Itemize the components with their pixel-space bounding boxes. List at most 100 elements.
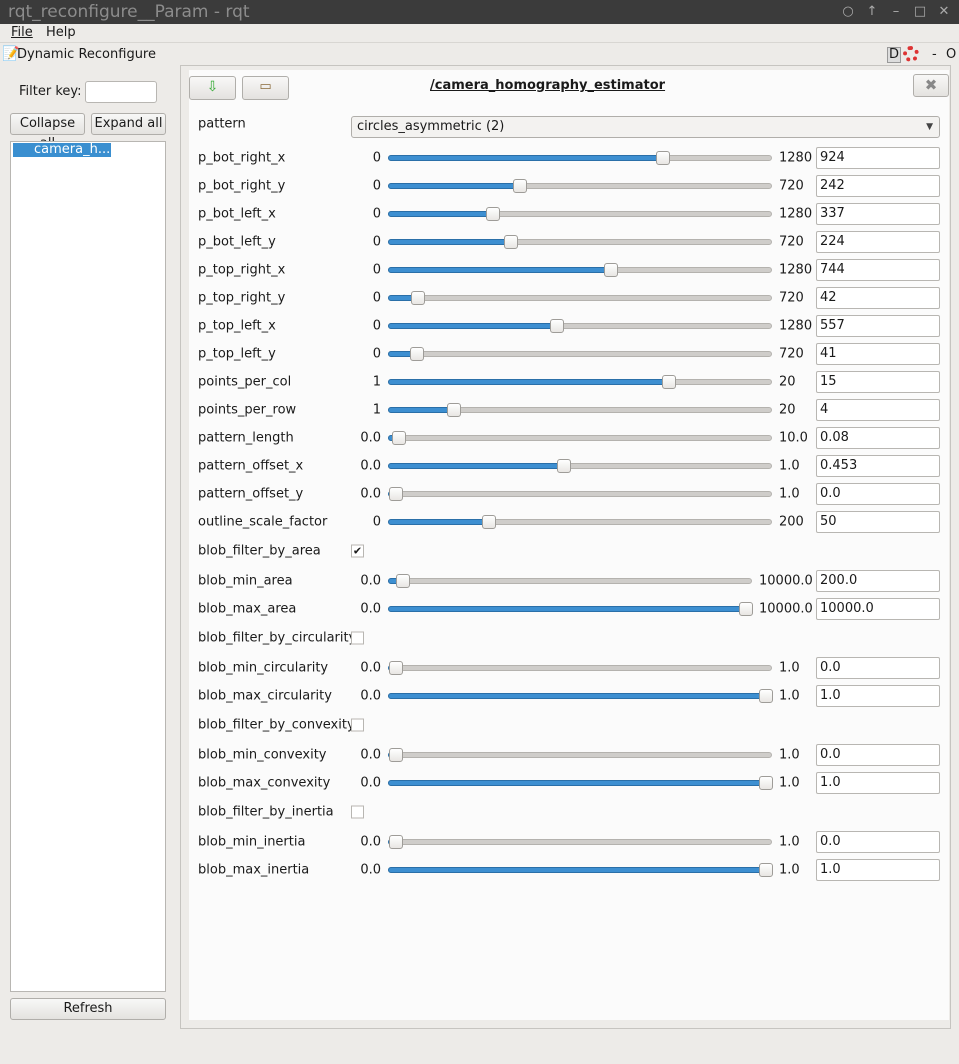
blob-min-circularity-slider-handle[interactable] <box>389 661 403 675</box>
blob-min-circularity-slider[interactable] <box>388 661 772 675</box>
blob-min-area-slider-handle[interactable] <box>396 574 410 588</box>
pattern-offset-y-slider[interactable] <box>388 487 772 501</box>
expand-all-button[interactable]: Expand all <box>91 113 166 135</box>
debug-button[interactable]: D <box>887 47 902 63</box>
p-top-left-y-min: 0 <box>372 346 381 362</box>
p-top-left-y-slider[interactable] <box>388 347 772 361</box>
p-bot-left-x-slider-handle[interactable] <box>486 207 501 221</box>
p-top-left-y-slider-handle[interactable] <box>410 347 425 361</box>
p-top-left-x-slider-handle[interactable] <box>550 319 564 333</box>
blob-filter-by-circularity-label: blob_filter_by_circularity <box>198 630 357 646</box>
pattern-offset-x-slider[interactable] <box>388 459 772 473</box>
p-bot-left-x-input[interactable]: 337 <box>816 203 940 225</box>
dock-options-button[interactable]: O <box>946 47 956 62</box>
blob-max-area-input[interactable]: 10000.0 <box>816 598 940 620</box>
close-node-icon[interactable]: ✖ <box>913 74 949 97</box>
blob-filter-by-inertia-checkbox[interactable] <box>351 805 364 819</box>
p-bot-right-y-slider-handle[interactable] <box>513 179 528 193</box>
load-params-icon[interactable]: ▭ <box>242 76 289 100</box>
blob-filter-by-convexity-checkbox[interactable] <box>351 718 364 732</box>
pattern-length-input[interactable]: 0.08 <box>816 427 940 449</box>
pattern-length-slider-handle[interactable] <box>391 431 406 445</box>
blob-max-inertia-slider[interactable] <box>388 863 773 877</box>
p-bot-left-y-slider-handle[interactable] <box>504 235 519 249</box>
points-per-col-slider-handle[interactable] <box>661 375 676 389</box>
keep-above-icon[interactable]: ↑ <box>862 0 882 24</box>
p-top-right-x-slider[interactable] <box>388 263 772 277</box>
blob-max-convexity-slider[interactable] <box>388 776 773 790</box>
pin-icon[interactable]: ○ <box>838 0 858 24</box>
blob-min-inertia-input[interactable]: 0.0 <box>816 831 940 853</box>
points-per-row-slider-handle[interactable] <box>447 403 462 417</box>
p-bot-left-y-slider[interactable] <box>388 235 772 249</box>
blob-max-inertia-slider-handle[interactable] <box>759 863 773 877</box>
p-top-right-x-slider-handle[interactable] <box>604 263 619 277</box>
pattern-dropdown[interactable]: circles_asymmetric (2) ▼ <box>351 116 940 138</box>
points-per-col-input[interactable]: 15 <box>816 371 940 393</box>
close-window-icon[interactable]: ✕ <box>934 0 954 24</box>
refresh-button[interactable]: Refresh <box>10 998 166 1020</box>
outline-scale-factor-input[interactable]: 50 <box>816 511 940 533</box>
menu-file[interactable]: File <box>11 25 33 40</box>
blob-max-convexity-min: 0.0 <box>360 775 381 791</box>
outline-scale-factor-slider[interactable] <box>388 515 772 529</box>
p-bot-right-y-input[interactable]: 242 <box>816 175 940 197</box>
node-tree[interactable]: camera_h... <box>10 141 166 992</box>
blob-max-circularity-input[interactable]: 1.0 <box>816 685 940 707</box>
pattern-length-slider[interactable] <box>388 431 772 445</box>
outline-scale-factor-max: 200 <box>779 514 804 530</box>
blob-min-circularity-input[interactable]: 0.0 <box>816 657 940 679</box>
tree-item-camera-homography[interactable]: camera_h... <box>13 143 111 157</box>
save-params-icon[interactable]: ⇩ <box>189 76 236 100</box>
blob-min-inertia-slider[interactable] <box>388 835 772 849</box>
p-top-right-y-slider[interactable] <box>388 291 772 305</box>
p-top-left-x-slider-fill <box>388 323 557 329</box>
help-lifebuoy-icon[interactable] <box>903 46 919 62</box>
pattern-offset-x-slider-handle[interactable] <box>556 459 571 473</box>
blob-max-area-slider-handle[interactable] <box>739 602 753 616</box>
pattern-offset-y-input[interactable]: 0.0 <box>816 483 940 505</box>
p-top-left-x-input[interactable]: 557 <box>816 315 940 337</box>
blob-min-convexity-min: 0.0 <box>360 747 381 763</box>
blob-min-area-label: blob_min_area <box>198 573 293 589</box>
blob-min-convexity-slider[interactable] <box>388 748 772 762</box>
pattern-offset-x-label: pattern_offset_x <box>198 458 304 474</box>
blob-filter-by-area-checkbox[interactable]: ✔ <box>351 544 364 558</box>
p-top-right-y-slider-handle[interactable] <box>410 291 425 305</box>
blob-max-convexity-slider-handle[interactable] <box>759 776 773 790</box>
maximize-icon[interactable]: □ <box>910 0 930 24</box>
p-bot-right-x-slider[interactable] <box>388 151 772 165</box>
blob-max-convexity-input[interactable]: 1.0 <box>816 772 940 794</box>
blob-max-area-slider[interactable] <box>388 602 753 616</box>
blob-filter-by-circularity-checkbox[interactable] <box>351 631 364 645</box>
blob-max-circularity-slider[interactable] <box>388 689 773 703</box>
points-per-col-slider[interactable] <box>388 375 772 389</box>
filter-input[interactable] <box>85 81 157 103</box>
p-top-left-x-slider[interactable] <box>388 319 772 333</box>
collapse-all-button[interactable]: Collapse all <box>10 113 85 151</box>
outline-scale-factor-slider-handle[interactable] <box>481 515 496 529</box>
p-top-right-y-input[interactable]: 42 <box>816 287 940 309</box>
pattern-offset-x-input[interactable]: 0.453 <box>816 455 940 477</box>
p-bot-right-y-slider[interactable] <box>388 179 772 193</box>
menu-help[interactable]: Help <box>46 25 76 40</box>
p-top-left-y-input[interactable]: 41 <box>816 343 940 365</box>
pattern-offset-y-slider-handle[interactable] <box>389 487 403 501</box>
dock-minimize-button[interactable]: - <box>932 47 937 62</box>
points-per-row-slider[interactable] <box>388 403 772 417</box>
blob-min-convexity-input[interactable]: 0.0 <box>816 744 940 766</box>
minimize-icon[interactable]: – <box>886 0 906 24</box>
blob-min-area-slider[interactable] <box>388 574 752 588</box>
blob-max-inertia-input[interactable]: 1.0 <box>816 859 940 881</box>
p-bot-left-y-input[interactable]: 224 <box>816 231 940 253</box>
p-top-right-x-input[interactable]: 744 <box>816 259 940 281</box>
points-per-row-input[interactable]: 4 <box>816 399 940 421</box>
p-bot-right-x-input[interactable]: 924 <box>816 147 940 169</box>
blob-min-convexity-slider-handle[interactable] <box>389 748 403 762</box>
blob-min-area-input[interactable]: 200.0 <box>816 570 940 592</box>
p-bot-left-x-slider[interactable] <box>388 207 772 221</box>
blob-min-inertia-slider-handle[interactable] <box>389 835 403 849</box>
blob-max-circularity-slider-handle[interactable] <box>759 689 773 703</box>
p-bot-right-x-slider-handle[interactable] <box>656 151 671 165</box>
p-bot-right-y-min: 0 <box>372 178 381 194</box>
